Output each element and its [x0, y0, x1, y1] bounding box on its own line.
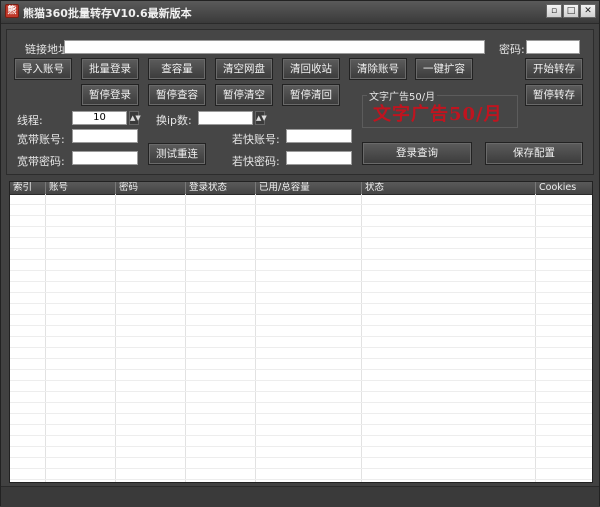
empty-table-row	[10, 458, 592, 469]
main-window: 熊 熊猫360批量转存V10.6最新版本 ▫ □ ✕ 链接地址: 密码: 导入账…	[0, 0, 600, 507]
empty-table-row	[10, 425, 592, 436]
ip-change-input[interactable]	[198, 111, 253, 125]
column-header-cookies[interactable]: Cookies	[536, 182, 592, 194]
app-logo-icon: 熊	[5, 4, 19, 18]
threads-label: 线程:	[17, 114, 43, 127]
empty-table-row	[10, 326, 592, 337]
broadband-password-input[interactable]	[72, 151, 138, 165]
ruokuai-password-label: 若快密码:	[232, 155, 280, 168]
empty-table-row	[10, 436, 592, 447]
maximize-button[interactable]: □	[563, 4, 579, 18]
empty-table-row	[10, 205, 592, 216]
check-capacity-button[interactable]: 查容量	[148, 58, 206, 80]
ruokuai-password-input[interactable]	[286, 151, 352, 165]
column-header-password[interactable]: 密码	[116, 182, 186, 194]
empty-table-row	[10, 414, 592, 425]
empty-table-row	[10, 348, 592, 359]
pause-clear-button[interactable]: 暂停清空	[215, 84, 273, 106]
empty-table-row	[10, 271, 592, 282]
clear-accounts-button[interactable]: 清除账号	[349, 58, 407, 80]
link-input[interactable]	[64, 40, 485, 54]
login-query-button[interactable]: 登录查询	[362, 142, 472, 165]
empty-table-row	[10, 447, 592, 458]
empty-table-row	[10, 194, 592, 205]
window-title: 熊猫360批量转存V10.6最新版本	[23, 7, 192, 20]
column-header-status[interactable]: 状态	[362, 182, 536, 194]
one-click-expand-button[interactable]: 一键扩容	[415, 58, 473, 80]
empty-table-row	[10, 227, 592, 238]
empty-table-row	[10, 315, 592, 326]
accounts-table[interactable]: 索引 账号 密码 登录状态 已用/总容量 状态 Cookies	[9, 181, 593, 483]
pause-recycle-button[interactable]: 暂停清回	[282, 84, 340, 106]
save-config-button[interactable]: 保存配置	[485, 142, 583, 165]
spin-arrows-icon: ▲▼	[256, 114, 267, 122]
ruokuai-account-label: 若快账号:	[232, 133, 280, 146]
threads-spinner[interactable]: ▲▼	[129, 111, 141, 125]
ip-change-label: 换ip数:	[156, 114, 192, 127]
empty-table-row	[10, 370, 592, 381]
close-button[interactable]: ✕	[580, 4, 596, 18]
title-bar: 熊 熊猫360批量转存V10.6最新版本 ▫ □ ✕	[1, 1, 599, 24]
column-header-account[interactable]: 账号	[46, 182, 116, 194]
status-bar	[1, 486, 599, 507]
ruokuai-account-input[interactable]	[286, 129, 352, 143]
empty-table-row	[10, 282, 592, 293]
password-label: 密码:	[499, 43, 525, 56]
column-header-capacity[interactable]: 已用/总容量	[256, 182, 362, 194]
start-transfer-button[interactable]: 开始转存	[525, 58, 583, 80]
password-input[interactable]	[526, 40, 580, 54]
pause-transfer-button[interactable]: 暂停转存	[525, 84, 583, 106]
empty-table-row	[10, 403, 592, 414]
empty-table-row	[10, 337, 592, 348]
empty-table-row	[10, 260, 592, 271]
spin-arrows-icon: ▲▼	[130, 114, 141, 122]
empty-table-row	[10, 381, 592, 392]
test-reconnect-button[interactable]: 测试重连	[148, 143, 206, 165]
empty-table-row	[10, 392, 592, 403]
column-header-index[interactable]: 索引	[10, 182, 46, 194]
empty-table-row	[10, 216, 592, 227]
import-accounts-button[interactable]: 导入账号	[14, 58, 72, 80]
column-header-login-status[interactable]: 登录状态	[186, 182, 256, 194]
minimize-button[interactable]: ▫	[546, 4, 562, 18]
empty-table-row	[10, 249, 592, 260]
broadband-account-label: 宽带账号:	[17, 133, 65, 146]
empty-table-row	[10, 359, 592, 370]
empty-table-row	[10, 304, 592, 315]
empty-table-row	[10, 469, 592, 480]
clear-disk-button[interactable]: 清空网盘	[215, 58, 273, 80]
batch-login-button[interactable]: 批量登录	[81, 58, 139, 80]
threads-input[interactable]: 10	[72, 111, 127, 125]
ad-text[interactable]: 文字广告50/月	[373, 100, 503, 126]
pause-login-button[interactable]: 暂停登录	[81, 84, 139, 106]
clear-recycle-button[interactable]: 清回收站	[282, 58, 340, 80]
pause-check-button[interactable]: 暂停查容	[148, 84, 206, 106]
empty-table-row	[10, 238, 592, 249]
ip-change-spinner[interactable]: ▲▼	[255, 111, 267, 125]
empty-table-row	[10, 293, 592, 304]
broadband-password-label: 宽带密码:	[17, 155, 65, 168]
broadband-account-input[interactable]	[72, 129, 138, 143]
